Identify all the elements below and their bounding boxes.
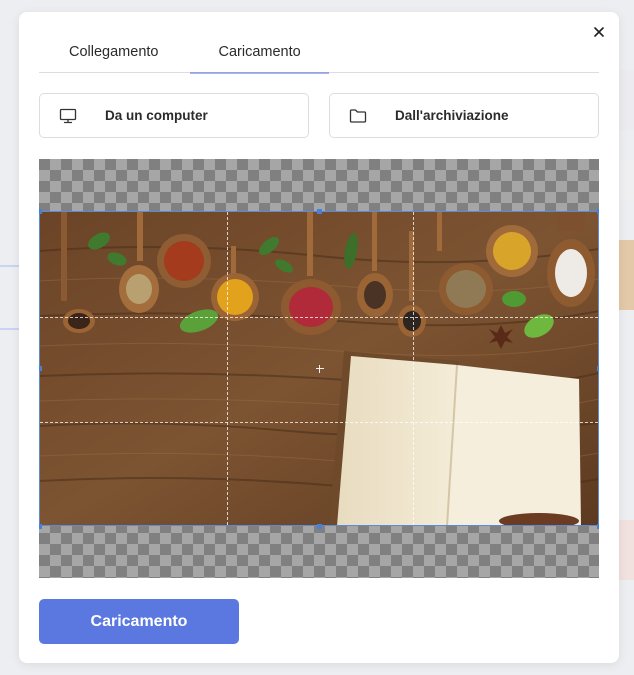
from-computer-label: Da un computer: [105, 108, 208, 123]
tab-link[interactable]: Collegamento: [39, 30, 188, 73]
from-storage-label: Dall'archiviazione: [395, 108, 509, 123]
upload-button[interactable]: Caricamento: [39, 599, 239, 644]
from-computer-button[interactable]: Da un computer: [39, 93, 309, 138]
crop-grid-line: [40, 317, 598, 318]
crop-handle-right[interactable]: [597, 366, 599, 371]
crop-handle-bottom-right[interactable]: [597, 524, 599, 529]
tab-label: Caricamento: [218, 43, 301, 60]
folder-icon: [348, 106, 368, 126]
crop-handle-top-right[interactable]: [597, 209, 599, 214]
image-crop-area: [39, 159, 599, 578]
from-storage-button[interactable]: Dall'archiviazione: [329, 93, 599, 138]
crop-grid-line: [40, 422, 598, 423]
upload-source-options: Da un computer Dall'archiviazione: [39, 93, 599, 138]
background-divider: [0, 328, 20, 330]
crop-center-mark: [316, 365, 324, 373]
background-divider: [0, 265, 20, 267]
crop-grid-line: [413, 212, 414, 525]
crop-handle-bottom-left[interactable]: [39, 524, 42, 529]
tab-label: Collegamento: [69, 43, 159, 60]
crop-handle-top-left[interactable]: [39, 209, 42, 214]
tab-bar: Collegamento Caricamento: [39, 30, 599, 73]
crop-handle-bottom[interactable]: [317, 524, 322, 529]
image-upload-dialog: Collegamento Caricamento Da un computer …: [19, 12, 619, 663]
monitor-icon: [58, 106, 78, 126]
crop-grid-line: [227, 212, 228, 525]
tab-upload[interactable]: Caricamento: [188, 30, 330, 73]
crop-handle-top[interactable]: [317, 209, 322, 214]
crop-selection[interactable]: [39, 209, 599, 529]
crop-handle-left[interactable]: [39, 366, 42, 371]
